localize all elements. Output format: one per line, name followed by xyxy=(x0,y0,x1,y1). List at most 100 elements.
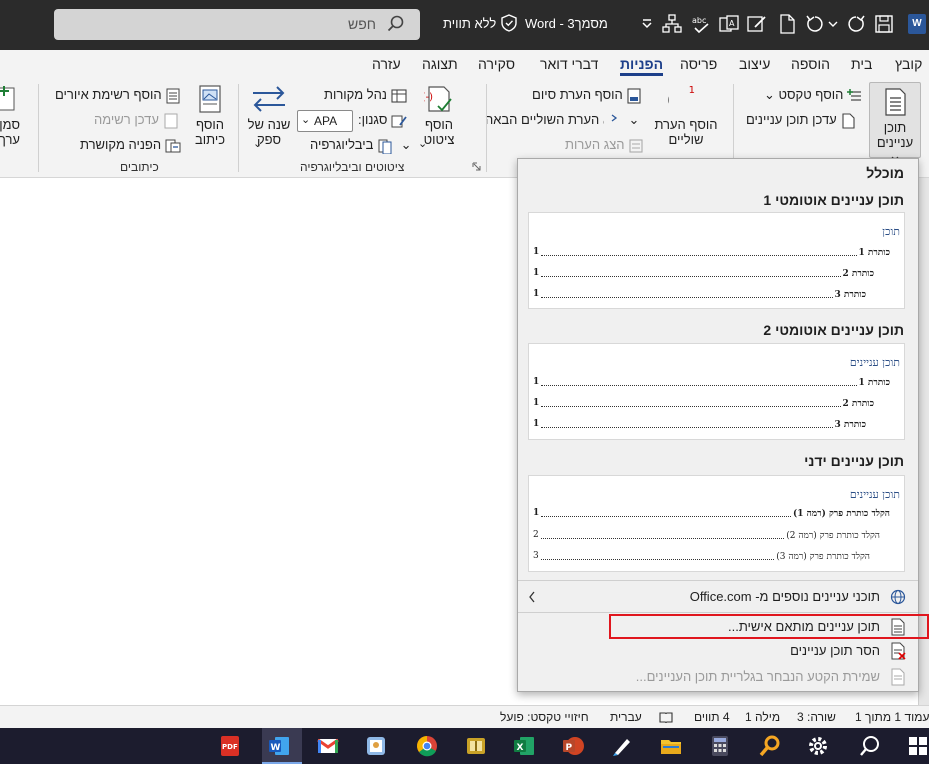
pdf-app-icon[interactable]: PDF xyxy=(218,734,242,758)
shield-icon[interactable] xyxy=(500,14,518,32)
toc-manual-preview[interactable]: תוכן עניינים הקלד כותרת פרק (רמה 1) 1 הקל… xyxy=(528,475,905,572)
save-icon[interactable] xyxy=(873,13,895,35)
preview-title: תוכן עניינים xyxy=(849,356,900,369)
tab-view[interactable]: תצוגה xyxy=(422,56,458,72)
new-document-icon[interactable] xyxy=(776,13,798,35)
status-bar: עמוד 1 מתוך 1 שורה: 3 מילה 1 4 תווים עבר… xyxy=(0,705,929,728)
mark-entry-button[interactable]: סמן ערך xyxy=(0,84,24,154)
update-table-button[interactable]: עדכן רשימה xyxy=(94,112,179,129)
cross-reference-button[interactable]: הפניה מקושרת xyxy=(80,137,181,154)
word-taskbar-icon[interactable]: W xyxy=(267,734,291,758)
remove-toc-item[interactable]: הסר תוכן עניינים xyxy=(526,639,910,663)
gmail-icon[interactable] xyxy=(316,734,340,758)
draw-icon[interactable] xyxy=(746,13,768,35)
chevron-down-icon[interactable]: ⌄ xyxy=(253,137,262,150)
toc-button[interactable]: תוכן עניינים xyxy=(869,82,921,161)
sensitivity-label[interactable]: ללא תווית xyxy=(443,16,496,31)
show-notes-button[interactable]: הצג הערות xyxy=(565,137,644,154)
pen-app-icon[interactable] xyxy=(610,734,634,758)
file-explorer-icon[interactable] xyxy=(659,734,683,758)
toc-manual-title: תוכן עניינים ידני xyxy=(804,453,904,469)
insert-caption-button[interactable]: הוסף כיתוב xyxy=(188,84,232,154)
next-footnote-button[interactable]: ⌄ ab הערת השוליים הבאה xyxy=(485,112,639,129)
tab-help[interactable]: עזרה xyxy=(372,56,401,72)
bibliography-button[interactable]: ⌄ ביבליוגרפיה xyxy=(310,137,412,154)
custom-toc-icon xyxy=(891,618,905,636)
citation-style-select[interactable]: APA ⌄ xyxy=(297,110,353,132)
preview-line: כותרת 31 xyxy=(533,419,866,430)
tab-mailings[interactable]: דברי דואר xyxy=(540,56,598,72)
ribbon-tabs: קובץ בית הוספה עיצוב פריסה הפניות דברי ד… xyxy=(0,50,929,78)
insert-footnote-button[interactable]: ab 1 הוסף הערת שוליים xyxy=(643,84,722,160)
more-toc-from-office-item[interactable]: תוכני עניינים נוספים מ- Office.com xyxy=(526,585,910,609)
status-language[interactable]: עברית xyxy=(610,710,642,724)
svg-text:A: A xyxy=(729,19,735,28)
save-selection-to-gallery-item[interactable]: שמירת הקטע הנבחר בגלריית תוכן העניינים..… xyxy=(526,665,910,689)
vertical-ruler xyxy=(918,178,929,705)
citation-icon: (-) xyxy=(422,86,452,112)
tab-layout[interactable]: פריסה xyxy=(680,56,717,72)
excel-icon[interactable]: X xyxy=(512,734,536,758)
footnotes-dialog-launcher-icon[interactable] xyxy=(472,162,482,172)
smart-lookup-button[interactable]: שנה של ספק xyxy=(240,84,298,154)
translate-icon[interactable]: A xyxy=(718,13,740,35)
redo-icon[interactable] xyxy=(845,13,867,35)
globe-icon xyxy=(890,589,906,605)
footnote-icon-text: ab xyxy=(668,87,670,112)
photos-app-icon[interactable] xyxy=(364,734,388,758)
svg-text:!: ! xyxy=(840,116,841,129)
windows-start-icon[interactable] xyxy=(906,734,929,758)
undo-dropdown-icon[interactable] xyxy=(826,13,840,35)
toc-automatic-2-preview[interactable]: תוכן עניינים כותרת 11 כותרת 21 כותרת 31 xyxy=(528,343,905,440)
mark-entry-icon xyxy=(0,86,15,111)
custom-toc-item[interactable]: תוכן עניינים מותאם אישית... xyxy=(526,615,910,639)
update-toc-label: עדכן תוכן עניינים xyxy=(746,112,837,127)
search-box[interactable]: חפש xyxy=(54,9,420,40)
tab-insert[interactable]: הוספה xyxy=(791,56,830,72)
chevron-down-icon: ⌄ xyxy=(764,87,775,102)
add-text-label: הוסף טקסט xyxy=(778,87,844,102)
proofing-book-icon[interactable] xyxy=(659,711,673,724)
status-page[interactable]: עמוד 1 מתוך 1 xyxy=(855,710,929,724)
add-text-button[interactable]: הוסף טקסט ⌄ xyxy=(764,87,863,104)
insert-table-of-figures-button[interactable]: הוסף רשימת איורים xyxy=(55,87,181,104)
custom-toc-label: תוכן עניינים מותאם אישית... xyxy=(727,619,880,634)
org-chart-icon[interactable] xyxy=(661,13,683,35)
archive-app-icon[interactable] xyxy=(464,734,488,758)
manage-sources-button[interactable]: נהל מקורות xyxy=(324,87,407,104)
toc-button-label: תוכן עניינים xyxy=(876,120,914,150)
show-notes-label: הצג הערות xyxy=(565,137,625,152)
citation-style-value: APA xyxy=(314,114,338,128)
chevron-down-icon[interactable]: ⌄ xyxy=(418,137,427,150)
status-words[interactable]: מילה 1 xyxy=(745,710,780,724)
ribbon-separator xyxy=(238,84,239,172)
tab-references[interactable]: הפניות xyxy=(620,56,664,76)
powerpoint-icon[interactable]: P xyxy=(561,734,585,758)
search-icon[interactable] xyxy=(858,734,882,758)
preview-line: כותרת 21 xyxy=(533,398,874,409)
tab-design[interactable]: עיצוב xyxy=(739,56,770,72)
search-app-icon[interactable] xyxy=(758,734,782,758)
preview-title: תוכן עניינים xyxy=(849,488,900,501)
toc-automatic-1-preview[interactable]: תוכן כותרת 11 כותרת 21 כותרת 31 xyxy=(528,212,905,309)
update-table-icon xyxy=(164,113,178,129)
tab-review[interactable]: סקירה xyxy=(478,56,515,72)
insert-endnote-button[interactable]: הוסף הערת סיום xyxy=(532,87,642,104)
tab-file[interactable]: קובץ xyxy=(895,56,922,72)
tab-home[interactable]: בית xyxy=(851,56,872,72)
chrome-icon[interactable] xyxy=(415,734,439,758)
svg-text:X: X xyxy=(517,743,524,753)
endnote-icon xyxy=(627,88,641,104)
status-text-prediction[interactable]: חיזויי טקסט: פועל xyxy=(500,710,589,724)
more-toc-from-office-label: תוכני עניינים נוספים מ- Office.com xyxy=(689,589,880,604)
undo-icon[interactable] xyxy=(804,13,826,35)
calculator-icon[interactable] xyxy=(708,734,732,758)
settings-gear-icon[interactable] xyxy=(806,734,830,758)
customize-qat-icon[interactable] xyxy=(636,13,658,35)
remove-toc-icon xyxy=(891,642,906,660)
footnote-icon: ab 1 xyxy=(643,85,695,112)
chevron-left-icon xyxy=(529,591,535,603)
mark-entry-label: סמן ערך xyxy=(0,117,20,147)
spelling-icon[interactable]: abc xyxy=(690,13,712,35)
update-toc-button[interactable]: ! עדכן תוכן עניינים xyxy=(746,112,856,129)
